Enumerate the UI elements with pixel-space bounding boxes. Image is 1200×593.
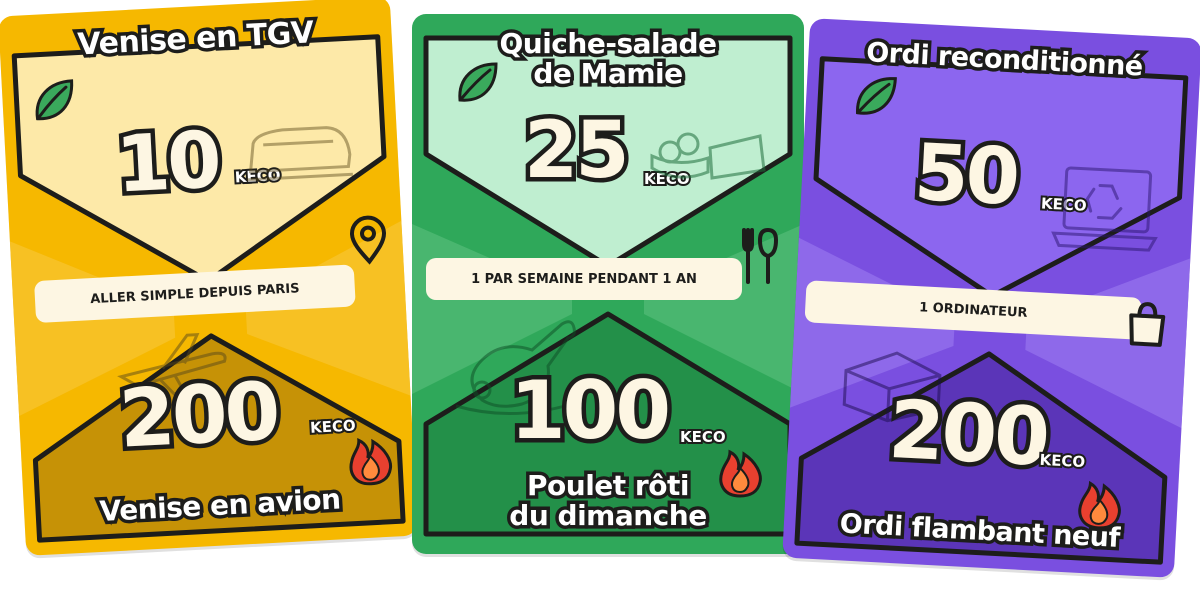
bottom-title-line1: Poulet rôti (524, 468, 693, 503)
leaf-icon (458, 62, 498, 102)
card-note: 1 par semaine pendant 1 an (426, 258, 742, 300)
card-quiche[interactable]: Quiche-salade de Mamie 25 KECO 1 par sem… (412, 14, 804, 554)
train-icon (246, 126, 353, 182)
fire-icon (349, 437, 393, 486)
cutlery-icon (742, 227, 779, 284)
leaf-icon (35, 79, 74, 121)
shopping-bag-icon (1129, 302, 1166, 347)
recycled-laptop-icon (1051, 166, 1158, 252)
top-title-line1: Quiche-salade (496, 26, 721, 61)
top-value: 50 (908, 123, 1024, 227)
card-ordi[interactable]: Ordi reconditionné 50 KECO 1 ordinateur … (782, 18, 1200, 578)
bottom-unit: KECO (1037, 449, 1088, 473)
bottom-value: 200 (112, 360, 284, 470)
salad-icon (650, 132, 766, 180)
location-pin-icon (350, 215, 386, 265)
top-value: 10 (109, 111, 225, 215)
bottom-title-line2: du dimanche (506, 498, 711, 533)
top-value: 25 (520, 102, 634, 201)
leaf-icon (856, 77, 897, 115)
card-venise[interactable]: Venise en TGV 10 KECO ALLER SIMPLE DEPUI… (0, 0, 418, 556)
bottom-value: 100 (506, 360, 676, 462)
bottom-value: 200 (882, 378, 1054, 488)
